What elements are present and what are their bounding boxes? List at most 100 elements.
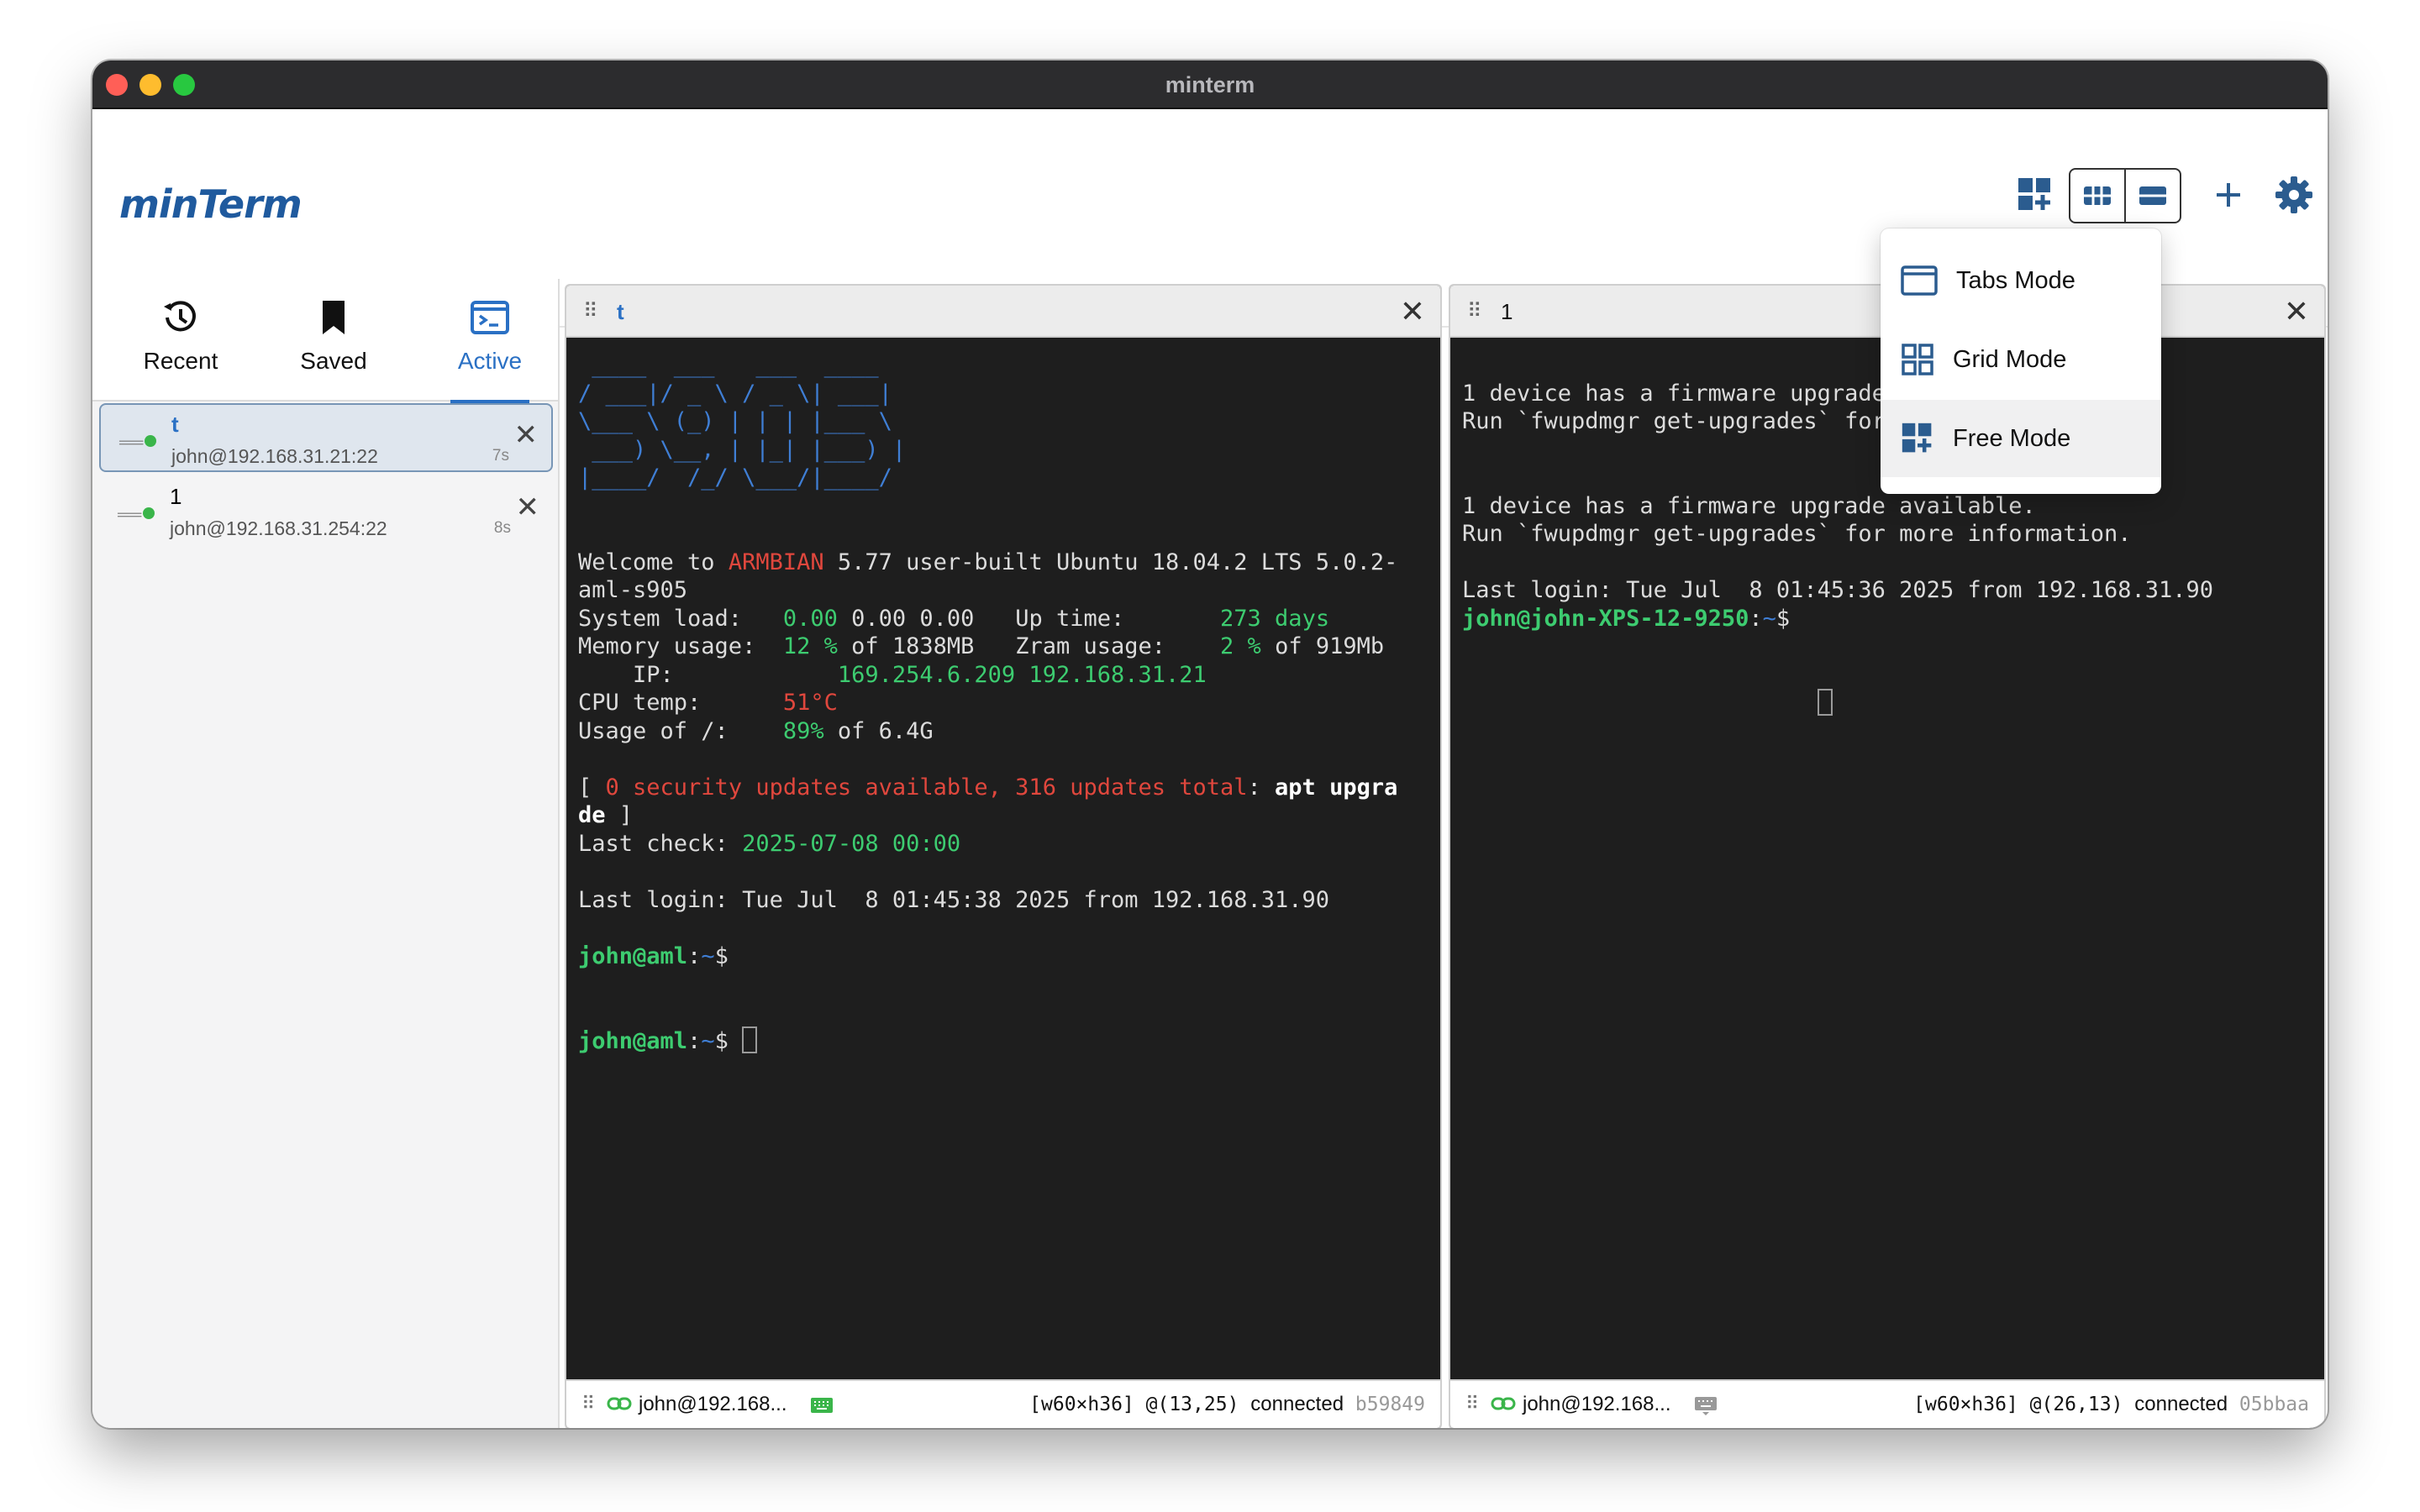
drag-handle-icon[interactable]: ⠿ [1465,1393,1479,1415]
disk-usage-value: 89% [782,717,824,744]
memory-label: Memory usage: [578,633,783,659]
session-name: 1 [170,484,182,509]
updates-bracket: ] [605,802,634,828]
session-age: 7s [492,447,509,465]
memory-value: 12 % [782,633,838,659]
drag-handle-icon[interactable]: ══ [119,433,143,453]
sidebar: Recent Saved Active ══ t john@192.168.31… [92,279,560,1428]
cpu-temp-label: CPU temp: [578,690,783,716]
menu-item-free-mode[interactable]: Free Mode [1881,400,2161,477]
prompt-user: john@aml [578,942,688,969]
updates-summary: 0 security updates available, 316 update… [605,774,1248,801]
session-item[interactable]: ══ 1 john@192.168.31.254:22 8s ✕ [99,477,553,546]
session-hash: 05bbaa [2238,1394,2309,1415]
pane-status: [w60×h36] @(26,13) connected 05bbaa [1913,1393,2309,1416]
settings-button[interactable] [2274,175,2314,215]
welcome-text: aml-s905 [578,577,688,603]
pane-title: t [617,299,624,324]
sysload-rest: 0.00 0.00 Up time: [837,605,1221,632]
welcome-text: Welcome to [578,549,729,575]
sidebar-tab-label: Recent [143,348,218,374]
pane-user: john@192.168... [639,1393,787,1415]
updates-colon: : [1247,774,1276,801]
free-mode-icon [2018,178,2050,210]
prompt-user: john@john-XPS-12-9250 [1462,605,1749,632]
connected-status-dot [145,435,156,447]
prompt-path: ~ [701,1028,715,1054]
close-session-icon[interactable]: ✕ [516,491,540,524]
add-session-button[interactable] [2208,175,2249,215]
sidebar-tab-label: Saved [300,348,367,374]
session-hash: b59849 [1355,1394,1425,1415]
keyboard-icon[interactable] [810,1396,834,1420]
session-name: t [171,412,179,437]
connection-state: connected [1250,1393,1344,1415]
prompt-path: ~ [701,942,715,969]
title-bar: minterm [92,60,2328,109]
plus-icon [2217,183,2240,207]
terminal-size: [w60×h36] [1029,1394,1134,1415]
updates-command: de [578,802,606,828]
pane-title: 1 [1501,299,1513,324]
zram-rest: of 919Mb [1260,633,1385,659]
terminal-output[interactable]: 1 device has a firmware upgrade availabl… [1462,351,2316,1376]
sidebar-tab-active[interactable]: Active [427,296,553,403]
drag-handle-icon[interactable]: ⠿ [583,299,598,323]
ip-value: 169.254.6.209 192.168.31.21 [837,661,1207,688]
pane-status: [w60×h36] @(13,25) connected b59849 [1029,1393,1425,1416]
sidebar-tab-saved[interactable]: Saved [271,296,397,400]
drag-handle-icon[interactable]: ⠿ [1467,299,1482,323]
last-check-label: Last check: [578,830,743,857]
connection-state: connected [2134,1393,2228,1415]
layout-mode-menu: Tabs Mode Grid Mode Free Mode [1881,228,2161,494]
updates-bracket: [ [578,774,606,801]
app-logo: minTerm [119,181,302,227]
cursor-position: @(26,13) [2029,1394,2123,1415]
prompt-symbol: $ [1776,605,1791,632]
pane-status-bar: ⠿ john@192.168... [w60×h36] @(13,25) con… [566,1379,1440,1428]
terminal-cursor [1817,689,1833,716]
prompt-colon: : [687,942,702,969]
menu-item-label: Free Mode [1953,424,2071,452]
menu-item-tabs-mode[interactable]: Tabs Mode [1881,242,2161,319]
close-pane-icon[interactable]: ✕ [1400,294,1425,329]
firmware-hint: Run `fwupdmgr get-upgrades` for more inf… [1462,521,2132,547]
terminal-pane-t: ⠿ t ✕ ____ ___ ___ ____ / ___|/ _ \ / _ … [565,284,1442,1428]
bookmark-icon [323,301,345,334]
window-title: minterm [1165,72,1255,97]
pane-header: ⠿ t ✕ [566,286,1440,338]
sysload-value: 0.00 [782,605,838,632]
keyboard-icon[interactable] [1694,1396,1718,1422]
menu-item-grid-mode[interactable]: Grid Mode [1881,321,2161,398]
terminal-icon [471,301,509,334]
app-window: minterm minTerm Recent Saved Active ══ t… [92,60,2328,1428]
connected-status-dot [143,507,155,519]
free-mode-button[interactable] [2017,176,2054,213]
close-pane-icon[interactable]: ✕ [2284,294,2309,329]
uptime-value: 273 days [1220,605,1330,632]
sidebar-tabs: Recent Saved Active [92,279,558,403]
rows-layout-icon [2139,186,2166,205]
banner-line: ____ ___ ___ ____ [578,352,879,378]
grid-layout-icon [2084,186,2111,205]
grid-layout-button[interactable] [2070,170,2124,222]
sysload-label: System load: [578,605,783,632]
close-session-icon[interactable]: ✕ [514,418,539,452]
banner-line: |____/ /_/ \___/|____/ [578,465,892,491]
prompt-colon: : [687,1028,702,1054]
cursor-position: @(13,25) [1145,1394,1239,1415]
drag-handle-icon[interactable]: ══ [118,506,141,525]
banner-line: \___ \ (_) | | | |___ \ [578,408,892,434]
sidebar-tab-recent[interactable]: Recent [118,296,244,400]
drag-handle-icon[interactable]: ⠿ [581,1393,595,1415]
welcome-text: 5.77 user-built Ubuntu 18.04.2 LTS 5.0.2… [823,549,1398,575]
terminal-output[interactable]: ____ ___ ___ ____ / ___|/ _ \ / _ \| ___… [578,351,1432,1376]
session-item[interactable]: ══ t john@192.168.31.21:22 7s ✕ [99,403,553,472]
zram-value: 2 % [1220,633,1261,659]
pane-status-bar: ⠿ john@192.168... [w60×h36] @(26,13) con… [1450,1379,2324,1428]
session-age: 8s [493,519,511,537]
rows-layout-button[interactable] [2124,170,2180,222]
firmware-notice: 1 device has a firmware upgrade availabl… [1462,492,2036,519]
menu-item-label: Grid Mode [1953,345,2067,373]
updates-command: apt upgra [1275,774,1398,801]
